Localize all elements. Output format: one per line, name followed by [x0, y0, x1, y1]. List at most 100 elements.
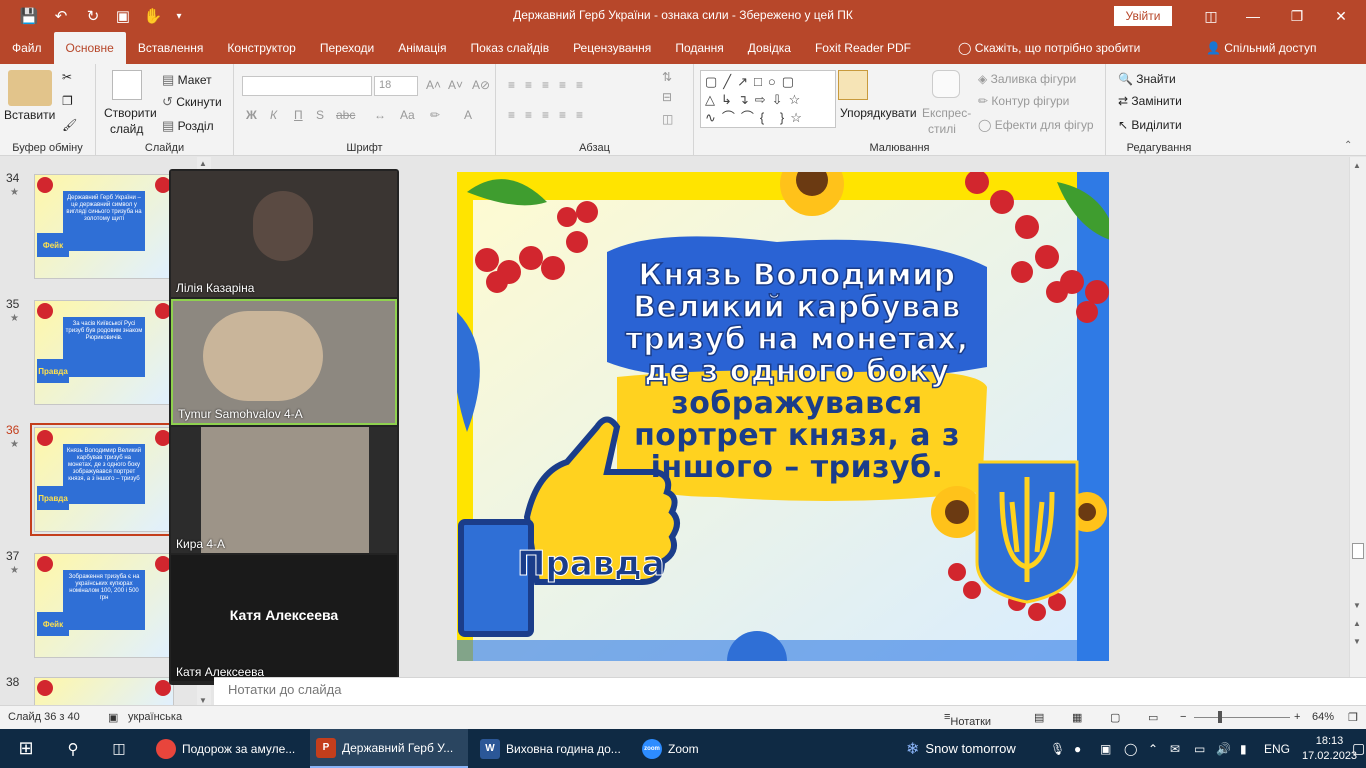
- shape-effects-button[interactable]: ◯ Ефекти для фігур: [978, 118, 1094, 132]
- format-painter-icon[interactable]: 🖌: [62, 118, 77, 132]
- quick-styles-button[interactable]: Експрес-: [922, 106, 971, 120]
- arrange-button[interactable]: Упорядкувати: [840, 106, 917, 120]
- taskbar-powerpoint[interactable]: P Державний Герб У...: [310, 729, 468, 768]
- quick-styles-icon[interactable]: [932, 70, 960, 98]
- notes-toggle[interactable]: ≡ Нотатки: [944, 711, 991, 728]
- shape-outline-button[interactable]: ✏ Контур фігури: [978, 94, 1069, 108]
- zoom-slider-thumb[interactable]: [1218, 711, 1222, 723]
- font-color-icon[interactable]: A: [464, 108, 472, 122]
- slide-thumbnail[interactable]: За часів Київської Русі тризуб був родов…: [34, 300, 174, 405]
- tab-file[interactable]: Файл: [0, 32, 54, 64]
- slide-thumbnail[interactable]: [34, 677, 174, 707]
- next-slide-icon[interactable]: ▼: [1353, 637, 1361, 646]
- tab-slideshow[interactable]: Показ слайдів: [458, 32, 561, 64]
- tray-app-icon-2[interactable]: ◯: [1118, 729, 1143, 768]
- scroll-up-icon[interactable]: ▲: [199, 159, 207, 168]
- network-icon[interactable]: ▭: [1188, 729, 1211, 768]
- tab-foxit[interactable]: Foxit Reader PDF: [803, 32, 923, 64]
- highlight-icon[interactable]: ✏: [430, 108, 440, 122]
- scroll-down-icon[interactable]: ▼: [199, 696, 207, 705]
- tab-help[interactable]: Довідка: [736, 32, 803, 64]
- arrange-icon[interactable]: [838, 70, 868, 100]
- taskbar-word[interactable]: W Виховна година до...: [474, 729, 632, 768]
- tab-review[interactable]: Рецензування: [561, 32, 663, 64]
- shape-fill-button[interactable]: ◈ Заливка фігури: [978, 72, 1076, 86]
- zoom-in-icon[interactable]: +: [1294, 711, 1300, 723]
- new-slide-button[interactable]: Створити: [104, 106, 157, 120]
- battery-icon[interactable]: ▮: [1234, 729, 1253, 768]
- prev-slide-icon[interactable]: ▲: [1353, 619, 1361, 628]
- maximize-icon[interactable]: ❐: [1274, 0, 1320, 32]
- slide-text-block[interactable]: Князь Володимир Великий карбував тризуб …: [607, 259, 987, 484]
- tab-design[interactable]: Конструктор: [215, 32, 307, 64]
- bold-button[interactable]: Ж: [246, 108, 257, 122]
- collapse-ribbon-icon[interactable]: ⌃: [1344, 140, 1352, 151]
- section-button[interactable]: ▤ Розділ: [162, 118, 214, 134]
- task-view-icon[interactable]: ◫: [102, 729, 136, 768]
- tell-me-box[interactable]: ◯ Скажіть, що потрібно зробити: [958, 32, 1140, 64]
- reset-button[interactable]: ↺ Скинути: [162, 94, 222, 110]
- tab-insert[interactable]: Вставлення: [126, 32, 216, 64]
- minimize-icon[interactable]: —: [1230, 0, 1276, 32]
- tab-animations[interactable]: Анімація: [386, 32, 458, 64]
- share-button[interactable]: 👤 Спільний доступ: [1206, 32, 1317, 64]
- tab-home[interactable]: Основне: [53, 32, 126, 64]
- reading-view-icon[interactable]: ▢: [1110, 711, 1120, 724]
- tab-view[interactable]: Подання: [663, 32, 735, 64]
- smartart-icon[interactable]: ◫: [662, 112, 673, 126]
- quick-styles-button-2[interactable]: стилі: [928, 122, 956, 136]
- scroll-up-icon[interactable]: ▲: [1353, 161, 1361, 170]
- replace-button[interactable]: ⇄ Замінити: [1118, 94, 1182, 108]
- ribbon-display-icon[interactable]: ◫: [1188, 0, 1234, 32]
- zoom-video-panel[interactable]: Лілія Казаріна Tymur Samohvalov 4-А Кира…: [169, 169, 399, 685]
- fit-to-window-icon[interactable]: ❐: [1348, 711, 1358, 724]
- current-slide[interactable]: Князь Володимир Великий карбував тризуб …: [457, 172, 1109, 661]
- taskbar-chrome[interactable]: Подорож за амуле...: [150, 729, 304, 768]
- notes-pane[interactable]: Нотатки до слайда: [214, 677, 1366, 705]
- italic-button[interactable]: К: [270, 108, 277, 122]
- shadow-button[interactable]: S: [316, 108, 324, 122]
- clear-format-icon[interactable]: A⊘: [472, 78, 490, 92]
- paste-button[interactable]: Вставити: [4, 108, 55, 122]
- show-hidden-icons[interactable]: ⌃: [1142, 729, 1164, 768]
- font-size-combo[interactable]: 18: [374, 76, 418, 96]
- participant-tile-active[interactable]: Tymur Samohvalov 4-А: [171, 299, 397, 425]
- participant-tile[interactable]: Лілія Казаріна: [171, 171, 397, 297]
- participant-tile[interactable]: Катя Алексеева Катя Алексеева: [171, 555, 397, 681]
- slide-thumbnail-selected[interactable]: Князь Володимир Великий карбував тризуб …: [30, 423, 178, 536]
- align-text-icon[interactable]: ⊟: [662, 90, 672, 104]
- shapes-gallery[interactable]: ▢╱↗□○▢ △↳↴⇨⇩☆ ∿⌒⌒{ }☆: [700, 70, 836, 128]
- weather-widget[interactable]: ❄ Snow tomorrow: [900, 729, 1022, 768]
- grow-font-icon[interactable]: A˄: [426, 78, 441, 92]
- strike-button[interactable]: abc: [336, 108, 355, 122]
- select-button[interactable]: ↖ Виділити: [1118, 118, 1182, 132]
- notifications-icon[interactable]: ▢: [1346, 729, 1366, 768]
- signin-button[interactable]: Увійти: [1114, 6, 1172, 26]
- new-slide-button-2[interactable]: слайд: [110, 122, 143, 136]
- font-name-combo[interactable]: [242, 76, 372, 96]
- char-spacing-icon[interactable]: ↔: [374, 108, 386, 122]
- windows-start-icon[interactable]: ⊞: [6, 729, 46, 768]
- cut-icon[interactable]: ✂: [62, 70, 72, 84]
- vertical-scrollbar[interactable]: ▲ ▼ ▲ ▼: [1349, 157, 1366, 677]
- text-direction-icon[interactable]: ⇅: [662, 70, 672, 84]
- copy-icon[interactable]: ❐: [62, 94, 73, 108]
- close-icon[interactable]: ✕: [1318, 0, 1364, 32]
- change-case-icon[interactable]: Aa: [400, 108, 415, 122]
- slide-sorter-icon[interactable]: ▦: [1072, 711, 1082, 724]
- taskbar-zoom[interactable]: zoom Zoom: [636, 729, 706, 768]
- zoom-out-icon[interactable]: −: [1180, 711, 1186, 723]
- mail-icon[interactable]: ✉: [1164, 729, 1186, 768]
- bullets-icon[interactable]: ≡≡≡≡≡: [508, 78, 593, 92]
- spellcheck-icon[interactable]: ▣: [108, 711, 118, 724]
- tab-transitions[interactable]: Переходи: [308, 32, 386, 64]
- slideshow-view-icon[interactable]: ▭: [1148, 711, 1158, 724]
- shrink-font-icon[interactable]: A˅: [448, 78, 463, 92]
- language-indicator[interactable]: українська: [128, 711, 182, 723]
- zoom-slider[interactable]: [1194, 717, 1290, 718]
- slide-thumbnail[interactable]: Зображення тризуба є на українських купю…: [34, 553, 174, 658]
- tray-app-icon[interactable]: ▣: [1094, 729, 1117, 768]
- zoom-tray-icon[interactable]: ●: [1068, 729, 1087, 768]
- zoom-level[interactable]: 64%: [1312, 711, 1334, 723]
- scroll-thumb[interactable]: [1352, 543, 1364, 559]
